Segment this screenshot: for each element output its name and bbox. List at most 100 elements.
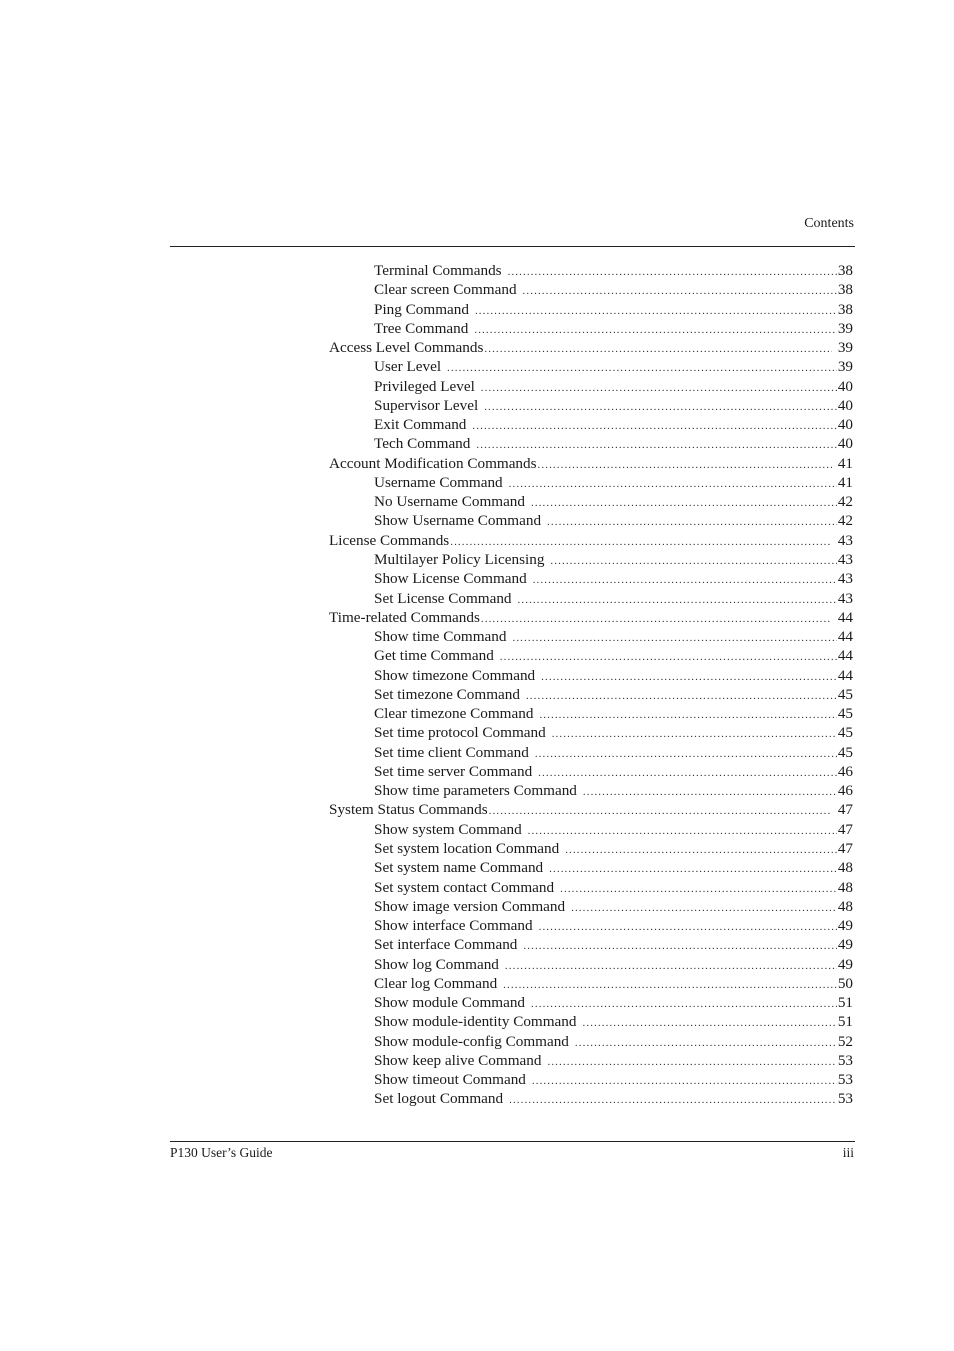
toc-subsection-entry[interactable]: Ping Command............................… xyxy=(329,300,853,319)
toc-subsection-entry[interactable]: Username Command........................… xyxy=(329,473,853,492)
toc-entry-title: User Level xyxy=(374,358,442,376)
toc-entry-title: Show keep alive Command xyxy=(374,1051,542,1069)
toc-entry-page-number: 43 xyxy=(837,550,853,568)
toc-subsection-entry[interactable]: Show License Command....................… xyxy=(329,569,853,588)
toc-entry-page-number: 40 xyxy=(837,377,853,395)
toc-dot-leader: ........................................… xyxy=(582,1017,837,1030)
toc-dot-leader: ........................................… xyxy=(488,805,832,818)
toc-dot-leader: ........................................… xyxy=(547,516,837,529)
toc-dot-leader: ........................................… xyxy=(517,593,837,606)
toc-section-entry[interactable]: Account Modification Commands...........… xyxy=(329,454,853,473)
toc-entry-title: Show timeout Command xyxy=(374,1071,526,1089)
toc-subsection-entry[interactable]: Show module Command.....................… xyxy=(329,993,853,1012)
toc-section-entry[interactable]: Access Level Commands...................… xyxy=(329,338,853,357)
toc-section-entry[interactable]: System Status Commands..................… xyxy=(329,800,853,819)
toc-entry-page-number: 47 xyxy=(837,801,853,819)
toc-dot-leader: ........................................… xyxy=(532,574,837,587)
toc-entry-title: Show system Command xyxy=(374,820,522,838)
toc-entry-page-number: 40 xyxy=(837,416,853,434)
toc-entry-page-number: 46 xyxy=(837,782,853,800)
toc-entry-title: Clear timezone Command xyxy=(374,705,534,723)
toc-subsection-entry[interactable]: Clear screen Command....................… xyxy=(329,280,853,299)
toc-entry-title: Show interface Command xyxy=(374,917,533,935)
toc-entry-title: No Username Command xyxy=(374,493,525,511)
toc-subsection-entry[interactable]: Tech Command............................… xyxy=(329,434,853,453)
toc-subsection-entry[interactable]: Set timezone Command....................… xyxy=(329,685,853,704)
toc-subsection-entry[interactable]: Show Username Command...................… xyxy=(329,511,853,530)
toc-subsection-entry[interactable]: Set License Command.....................… xyxy=(329,589,853,608)
toc-subsection-entry[interactable]: Set time client Command.................… xyxy=(329,743,853,762)
toc-entry-page-number: 45 xyxy=(837,685,853,703)
toc-subsection-entry[interactable]: Get time Command........................… xyxy=(329,646,853,665)
toc-entry-page-number: 41 xyxy=(837,454,853,472)
toc-entry-page-number: 41 xyxy=(837,473,853,491)
toc-subsection-entry[interactable]: Clear timezone Command..................… xyxy=(329,704,853,723)
toc-subsection-entry[interactable]: Set time server Command.................… xyxy=(329,762,853,781)
toc-subsection-entry[interactable]: Show image version Command..............… xyxy=(329,897,853,916)
toc-entry-page-number: 49 xyxy=(837,955,853,973)
toc-dot-leader: ........................................… xyxy=(507,266,837,278)
toc-subsection-entry[interactable]: Set logout Command......................… xyxy=(329,1089,853,1108)
toc-entry-title: System Status Commands xyxy=(329,801,488,819)
toc-entry-title: Set timezone Command xyxy=(374,685,520,703)
toc-entry-title: Show License Command xyxy=(374,570,527,588)
toc-subsection-entry[interactable]: Supervisor Level........................… xyxy=(329,396,853,415)
toc-entry-page-number: 53 xyxy=(837,1090,853,1108)
toc-entry-page-number: 48 xyxy=(837,859,853,877)
toc-entry-page-number: 50 xyxy=(837,974,853,992)
toc-entry-page-number: 44 xyxy=(837,647,853,665)
toc-subsection-entry[interactable]: Show log Command........................… xyxy=(329,955,853,974)
toc-entry-title: Time-related Commands xyxy=(329,608,480,626)
toc-dot-leader: ........................................… xyxy=(551,728,837,741)
toc-entry-title: Ping Command xyxy=(374,300,469,318)
toc-entry-title: Username Command xyxy=(374,473,503,491)
toc-entry-title: Show log Command xyxy=(374,955,499,973)
toc-entry-title: Set time server Command xyxy=(374,762,533,780)
toc-dot-leader: ........................................… xyxy=(547,1055,837,1068)
toc-dot-leader: ........................................… xyxy=(480,612,832,625)
toc-entry-page-number: 47 xyxy=(837,820,853,838)
toc-dot-leader: ........................................… xyxy=(538,766,837,779)
toc-dot-leader: ........................................… xyxy=(531,998,837,1011)
toc-subsection-entry[interactable]: Show interface Command..................… xyxy=(329,916,853,935)
toc-subsection-entry[interactable]: Show time Command.......................… xyxy=(329,627,853,646)
toc-subsection-entry[interactable]: Show module-config Command..............… xyxy=(329,1032,853,1051)
toc-subsection-entry[interactable]: Show timezone Command...................… xyxy=(329,666,853,685)
toc-entry-page-number: 44 xyxy=(837,628,853,646)
toc-subsection-entry[interactable]: Set time protocol Command...............… xyxy=(329,723,853,742)
toc-entry-page-number: 39 xyxy=(837,358,853,376)
toc-subsection-entry[interactable]: No Username Command.....................… xyxy=(329,492,853,511)
toc-entry-page-number: 45 xyxy=(837,724,853,742)
toc-subsection-entry[interactable]: Terminal Commands.......................… xyxy=(329,261,853,280)
toc-subsection-entry[interactable]: Set system name Command.................… xyxy=(329,858,853,877)
toc-subsection-entry[interactable]: Set system location Command.............… xyxy=(329,839,853,858)
toc-subsection-entry[interactable]: Show system Command.....................… xyxy=(329,820,853,839)
toc-dot-leader: ........................................… xyxy=(522,285,837,298)
toc-entry-title: License Commands xyxy=(329,531,450,549)
toc-subsection-entry[interactable]: Show module-identity Command............… xyxy=(329,1012,853,1031)
toc-dot-leader: ........................................… xyxy=(503,978,837,991)
toc-subsection-entry[interactable]: Show timeout Command....................… xyxy=(329,1070,853,1089)
toc-entry-page-number: 44 xyxy=(837,608,853,626)
toc-subsection-entry[interactable]: Privileged Level........................… xyxy=(329,377,853,396)
toc-dot-leader: ........................................… xyxy=(474,323,837,336)
toc-subsection-entry[interactable]: Clear log Command.......................… xyxy=(329,974,853,993)
toc-entry-page-number: 49 xyxy=(837,936,853,954)
toc-subsection-entry[interactable]: Tree Command............................… xyxy=(329,319,853,338)
toc-subsection-entry[interactable]: Set interface Command...................… xyxy=(329,935,853,954)
toc-entry-page-number: 43 xyxy=(837,589,853,607)
toc-section-entry[interactable]: License Commands........................… xyxy=(329,531,853,550)
toc-entry-title: Account Modification Commands xyxy=(329,454,537,472)
toc-entry-title: Multilayer Policy Licensing xyxy=(374,550,545,568)
toc-subsection-entry[interactable]: Show time parameters Command............… xyxy=(329,781,853,800)
toc-subsection-entry[interactable]: Show keep alive Command.................… xyxy=(329,1051,853,1070)
toc-entry-title: Clear log Command xyxy=(374,974,498,992)
toc-subsection-entry[interactable]: Exit Command............................… xyxy=(329,415,853,434)
toc-section-entry[interactable]: Time-related Commands...................… xyxy=(329,608,853,627)
toc-dot-leader: ........................................… xyxy=(525,689,837,702)
toc-subsection-entry[interactable]: Set system contact Command..............… xyxy=(329,878,853,897)
toc-entry-page-number: 53 xyxy=(837,1051,853,1069)
toc-entry-title: Set time client Command xyxy=(374,743,529,761)
toc-subsection-entry[interactable]: User Level..............................… xyxy=(329,357,853,376)
toc-subsection-entry[interactable]: Multilayer Policy Licensing.............… xyxy=(329,550,853,569)
